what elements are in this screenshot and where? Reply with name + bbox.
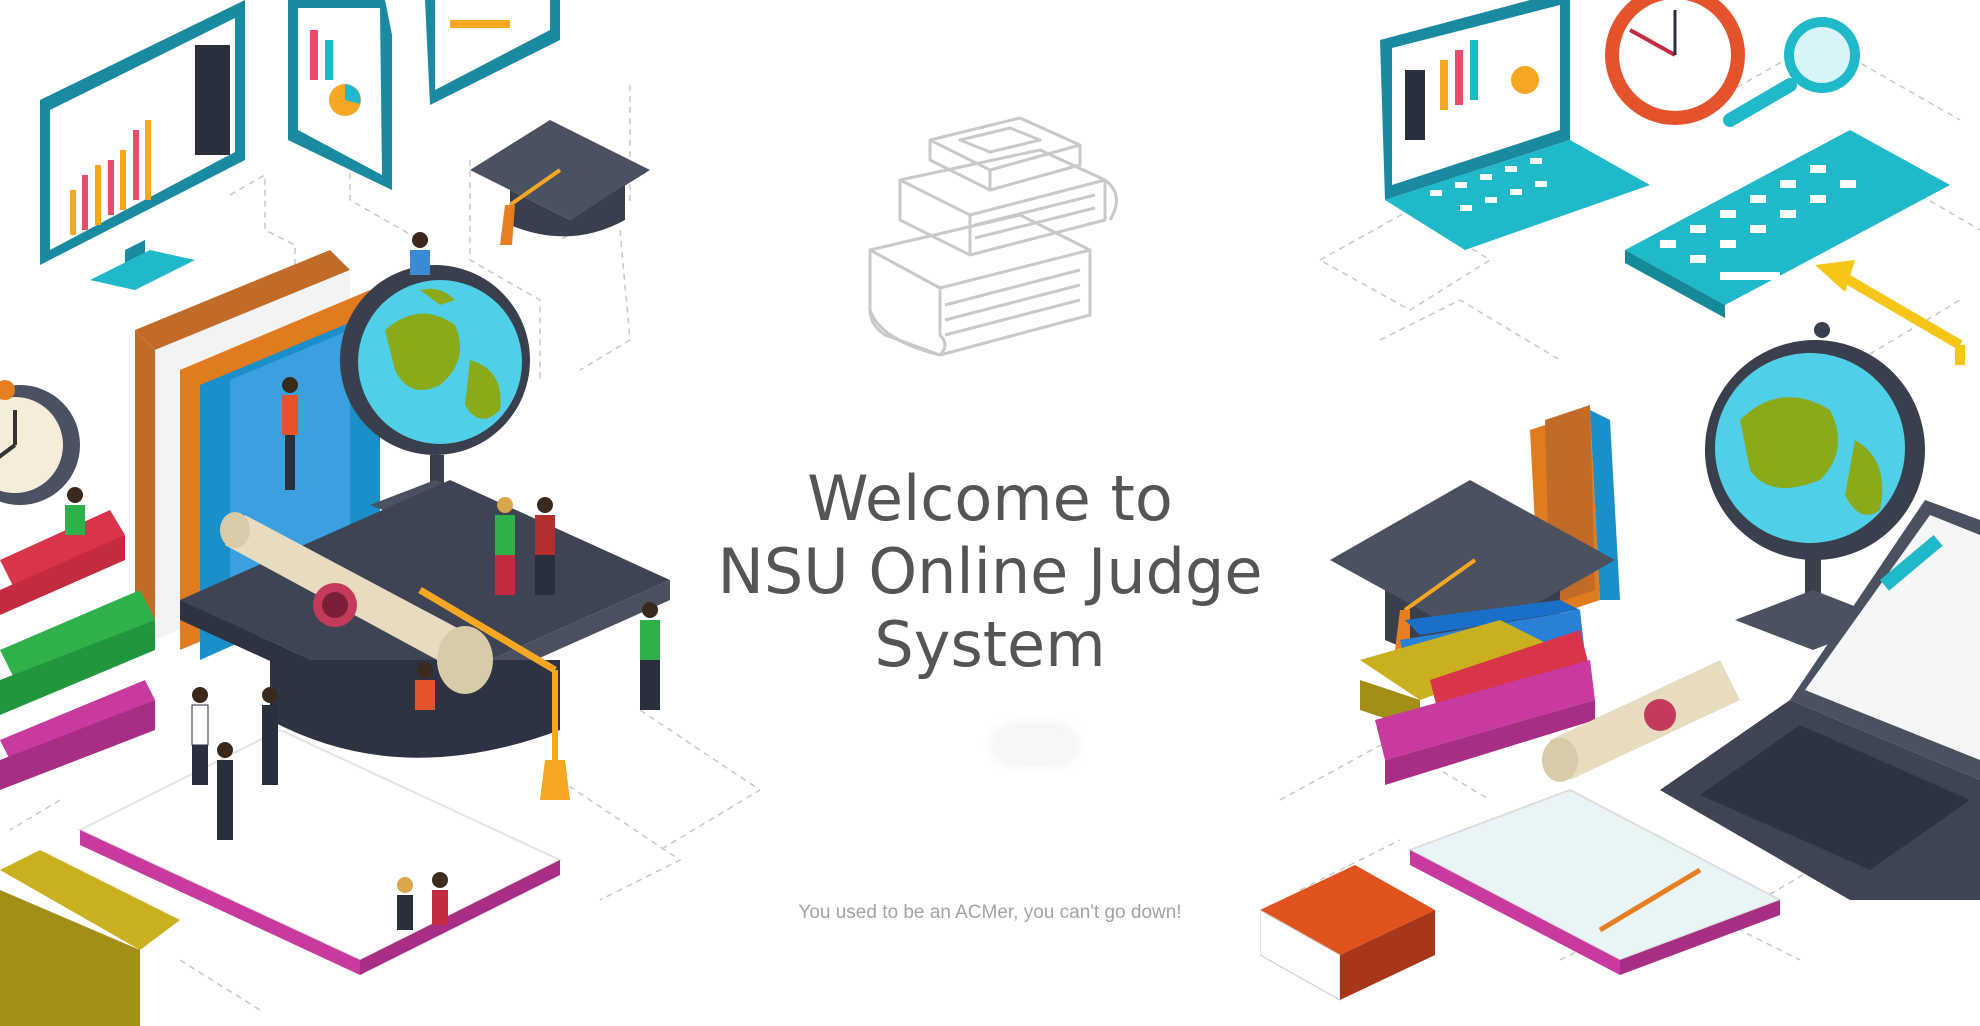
graduation-cap-icon [470, 120, 650, 245]
book-stack-icon [0, 510, 155, 790]
welcome-title-line3: System [874, 608, 1106, 681]
welcome-title: Welcome to NSU Online Judge System [640, 462, 1340, 681]
faint-button[interactable] [995, 728, 1075, 762]
monitor-chart-icon [40, 0, 245, 290]
hero-content: Welcome to NSU Online Judge System You u… [640, 0, 1340, 1026]
magnifier-icon [1723, 17, 1860, 127]
motto-text: You used to be an ACMer, you can't go do… [798, 902, 1182, 923]
alarm-clock-icon [0, 380, 80, 505]
wall-clock-icon [1605, 0, 1745, 125]
welcome-page: Welcome to NSU Online Judge System You u… [0, 0, 1980, 1026]
book-stack-icon [868, 116, 1118, 357]
welcome-title-line2: NSU Online Judge [717, 535, 1263, 608]
welcome-title-line1: Welcome to [807, 462, 1173, 535]
right-illustration [1260, 0, 1980, 1001]
keyboard-icon [1625, 130, 1950, 318]
tablet-chart-icon [288, 0, 392, 190]
